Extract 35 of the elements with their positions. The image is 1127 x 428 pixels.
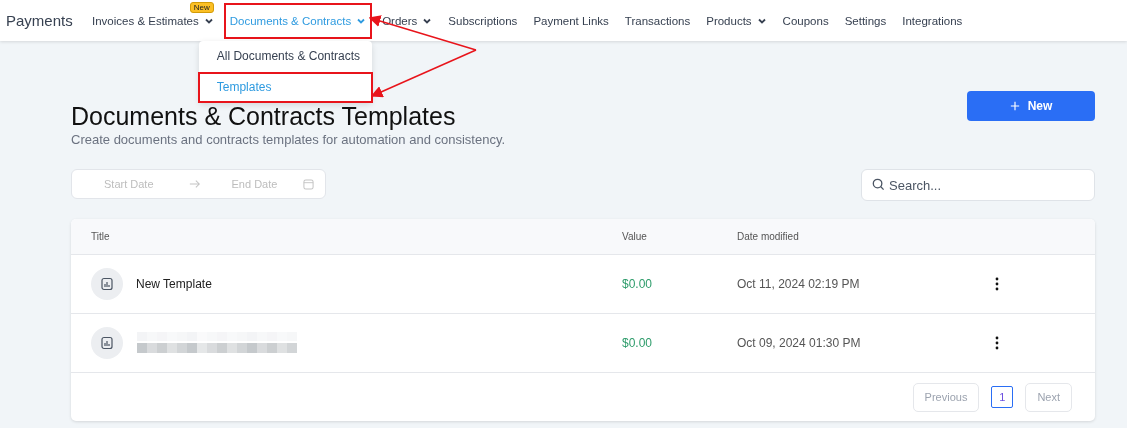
- nav-item[interactable]: Payment Links: [527, 11, 615, 30]
- value-cell-text: $0.00: [622, 336, 654, 350]
- column-header: Date modified: [737, 231, 800, 242]
- nav-item[interactable]: Products: [700, 11, 773, 30]
- date-cell-text: Oct 09, 2024 01:30 PM: [737, 336, 862, 350]
- nav-item[interactable]: Invoices & Estimates: [86, 11, 220, 30]
- more-options-icon[interactable]: [995, 336, 1001, 350]
- page-number-button[interactable]: 1: [991, 386, 1014, 408]
- calendar-icon: [303, 178, 314, 190]
- nav-item[interactable]: Integrations: [896, 11, 969, 30]
- plus-icon: [1009, 101, 1020, 111]
- column-header: Title: [90, 231, 111, 242]
- search-icon: [872, 178, 885, 191]
- nav-item[interactable]: Orders: [376, 11, 439, 30]
- arrow-right-icon: [188, 179, 201, 189]
- page-subtitle: Create documents and contracts templates for automation and consistency.: [71, 132, 506, 147]
- page-title: Documents & Contracts Templates: [71, 101, 457, 131]
- search-field[interactable]: Search...: [861, 169, 1095, 201]
- start-date-placeholder: Start Date: [104, 178, 154, 190]
- new-badge: New: [189, 1, 214, 13]
- template-title: New Template: [136, 277, 212, 291]
- end-date-placeholder: End Date: [231, 178, 278, 190]
- app-title: Payments: [6, 12, 74, 29]
- more-options-icon[interactable]: [995, 277, 1001, 291]
- date-cell-text: Oct 11, 2024 02:19 PM: [737, 277, 861, 291]
- value-cell-text: $0.00: [622, 277, 654, 291]
- menu-item[interactable]: All Documents & Contracts: [197, 40, 373, 72]
- document-chart-icon: [91, 327, 123, 359]
- new-button[interactable]: New: [967, 91, 1095, 121]
- nav-item[interactable]: Subscriptions: [442, 11, 524, 30]
- column-header: Value: [622, 231, 648, 242]
- nav-item[interactable]: Coupons: [776, 11, 835, 30]
- nav-item[interactable]: Transactions: [618, 11, 697, 30]
- nav-item[interactable]: Settings: [838, 11, 893, 30]
- document-chart-icon: [91, 268, 123, 300]
